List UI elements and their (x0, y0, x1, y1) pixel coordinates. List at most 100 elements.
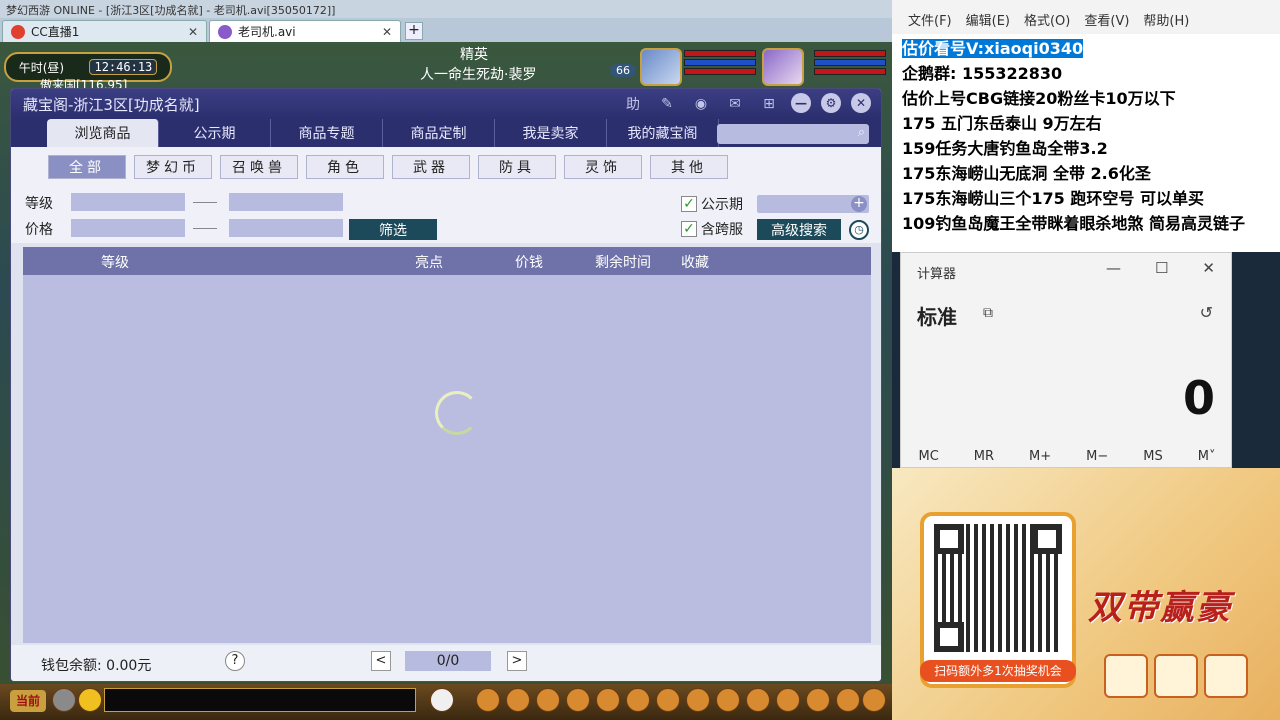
category-other[interactable]: 其他 (650, 155, 728, 179)
banner-line: 人一命生死劫·裴罗 (420, 67, 537, 83)
mall-icon[interactable] (776, 688, 800, 712)
tab-custom[interactable]: 商品定制 (383, 119, 495, 147)
close-icon[interactable]: ✕ (851, 93, 871, 113)
settings-icon[interactable] (862, 688, 886, 712)
category-weapons[interactable]: 武器 (392, 155, 470, 179)
skills-icon[interactable] (716, 688, 740, 712)
add-tab-button[interactable]: + (405, 22, 423, 40)
col-remaining-time[interactable]: 剩余时间 (595, 252, 651, 272)
price-max-input[interactable] (229, 219, 343, 237)
col-highlight[interactable]: 亮点 (415, 252, 443, 272)
history-icon[interactable]: ↺ (1200, 303, 1213, 322)
attack-icon[interactable] (476, 688, 500, 712)
menu-file[interactable]: 文件(F) (908, 10, 952, 34)
category-pets[interactable]: 召唤兽 (220, 155, 298, 179)
level-max-input[interactable] (229, 193, 343, 211)
tab-video[interactable]: 老司机.avi ✕ (209, 20, 401, 42)
system-icon[interactable] (836, 688, 860, 712)
mc-button[interactable]: MC (919, 449, 939, 464)
game-client: 梦幻西游 ONLINE - [浙江3区[功成名就] - 老司机.avi[3505… (0, 0, 892, 720)
pet-icon[interactable] (430, 688, 454, 712)
tab-seller[interactable]: 我是卖家 (495, 119, 607, 147)
settings-icon[interactable]: ⚙ (821, 93, 841, 113)
next-page-button[interactable]: > (507, 651, 527, 671)
tab-my-pavilion[interactable]: 我的藏宝阁 (607, 119, 719, 147)
chat-input[interactable] (104, 688, 416, 712)
memory-dropdown-button[interactable]: M˅ (1198, 449, 1216, 464)
history-icon[interactable]: ◷ (849, 220, 869, 240)
ms-button[interactable]: MS (1143, 449, 1162, 464)
menu-help[interactable]: 帮助(H) (1143, 10, 1189, 34)
tab-cc-live[interactable]: CC直播1 ✕ (2, 20, 207, 42)
col-favorite[interactable]: 收藏 (681, 252, 709, 272)
friends-icon[interactable] (746, 688, 770, 712)
trade-icon[interactable] (566, 688, 590, 712)
prev-page-button[interactable]: < (371, 651, 391, 671)
category-all[interactable]: 全部 (48, 155, 126, 179)
qr-code[interactable] (934, 524, 1062, 652)
category-accessories[interactable]: 灵饰 (564, 155, 642, 179)
edit-icon[interactable]: ✎ (655, 93, 679, 115)
team-icon[interactable] (596, 688, 620, 712)
menu-format[interactable]: 格式(O) (1024, 10, 1070, 34)
qr-finder (1032, 524, 1062, 554)
filter-button[interactable]: 筛选 (349, 219, 437, 240)
menu-view[interactable]: 查看(V) (1084, 10, 1129, 34)
public-period-checkbox[interactable]: ✓ (681, 196, 697, 212)
pet-portrait[interactable] (640, 48, 682, 86)
give-icon[interactable] (536, 688, 560, 712)
notepad-text[interactable]: 估价看号V:xiaoqi0340 企鹅群: 155322830 估价上号CBG链… (892, 34, 1280, 236)
channel-button[interactable]: 当前 (10, 690, 46, 712)
text-line: 175东海崂山三个175 跑环空号 可以单买 (902, 189, 1204, 208)
calculator-mode[interactable]: 标准 (917, 301, 957, 330)
mr-button[interactable]: MR (974, 449, 994, 464)
text-line: 159任务大唐钓鱼岛全带3.2 (902, 139, 1108, 158)
loading-spinner-icon (435, 391, 479, 435)
category-roles[interactable]: 角色 (306, 155, 384, 179)
prize-icon (1104, 654, 1148, 698)
category-armor[interactable]: 防具 (478, 155, 556, 179)
category-currency[interactable]: 梦幻币 (134, 155, 212, 179)
cross-server-checkbox[interactable]: ✓ (681, 221, 697, 237)
tab-label: CC直播1 (31, 25, 80, 39)
minimize-icon[interactable]: — (791, 93, 811, 113)
quest-icon[interactable] (656, 688, 680, 712)
question-icon[interactable]: ? (225, 651, 245, 671)
public-period-select[interactable]: + (757, 195, 869, 213)
close-icon[interactable]: ✕ (374, 25, 392, 39)
col-level[interactable]: 等级 (101, 252, 129, 272)
close-icon[interactable]: ✕ (180, 25, 198, 39)
maximize-icon[interactable]: ☐ (1155, 259, 1168, 277)
m-minus-button[interactable]: M− (1086, 449, 1108, 464)
plus-icon[interactable]: + (851, 196, 867, 212)
clock-period: 午时(昼) (18, 60, 65, 75)
emoji-icon[interactable] (78, 688, 102, 712)
pet-menu-icon[interactable] (626, 688, 650, 712)
chat-icon[interactable]: ✉ (723, 93, 747, 115)
keep-on-top-icon[interactable]: ⧉ (983, 305, 993, 321)
tab-public-period[interactable]: 公示期 (159, 119, 271, 147)
close-icon[interactable]: ✕ (1202, 259, 1215, 277)
tab-topics[interactable]: 商品专题 (271, 119, 383, 147)
help-icon[interactable]: 助 (621, 93, 645, 115)
activity-icon[interactable] (806, 688, 830, 712)
banner-line: 精英 (460, 47, 488, 63)
minimize-icon[interactable]: — (1106, 259, 1121, 277)
game-bottom-bar: 当前 (0, 684, 892, 720)
microphone-icon[interactable] (52, 688, 76, 712)
record-icon[interactable]: ◉ (689, 93, 713, 115)
m-plus-button[interactable]: M+ (1029, 449, 1051, 464)
items-icon[interactable] (506, 688, 530, 712)
search-icon[interactable]: ⌕ (858, 125, 865, 140)
price-min-input[interactable] (71, 219, 185, 237)
guild-icon[interactable] (686, 688, 710, 712)
cross-server-label: 含跨服 (701, 222, 743, 238)
advanced-search-button[interactable]: 高级搜索 (757, 219, 841, 240)
search-input[interactable]: ⌕ (717, 124, 869, 144)
col-price[interactable]: 价钱 (515, 252, 543, 272)
tab-browse[interactable]: 浏览商品 (47, 119, 159, 147)
menu-edit[interactable]: 编辑(E) (966, 10, 1010, 34)
player-portrait[interactable] (762, 48, 804, 86)
cart-icon[interactable]: ⊞ (757, 93, 781, 115)
level-min-input[interactable] (71, 193, 185, 211)
